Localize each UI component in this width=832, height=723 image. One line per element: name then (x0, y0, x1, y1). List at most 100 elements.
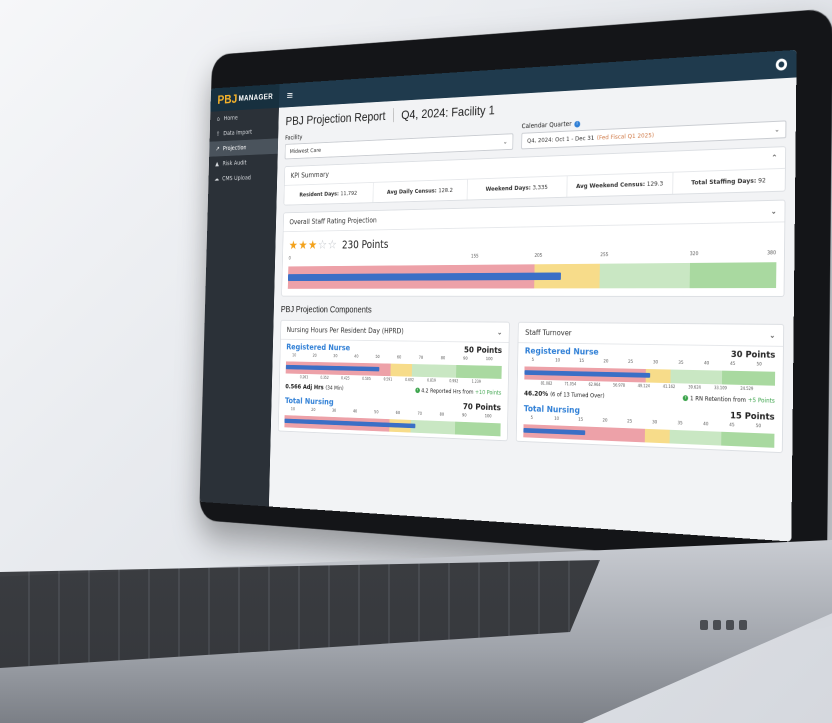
star-empty-icon: ☆ (317, 238, 328, 253)
app-screen: PBJ MANAGER ≡ ● ⌂ Home ⇪ Data Import ↗ Pr… (199, 49, 797, 542)
threshold-value: 0.505 (362, 376, 371, 381)
metric-points: 30 Points (730, 350, 776, 361)
tick-label: 80 (440, 356, 446, 362)
threshold-value: 71.054 (564, 381, 577, 387)
chevron-down-icon[interactable]: ⌄ (769, 331, 775, 340)
info-icon[interactable]: i (574, 120, 581, 128)
turnover-total-metric: Total Nursing 15 Points 5 10 15 20 25 30 35 40 4… (517, 401, 783, 452)
warning-icon: ▲ (215, 160, 220, 168)
metric-band (670, 369, 723, 385)
metric-band (454, 421, 501, 437)
overall-progress-bar (287, 262, 777, 289)
components-row: Nursing Hours Per Resident Day (HPRD) ⌄ … (277, 319, 785, 454)
metric-band (721, 370, 776, 386)
title-divider (392, 108, 394, 123)
tick-label: 90 (461, 413, 467, 419)
upload-icon: ⇪ (215, 130, 221, 138)
arrow-up-icon: ↑ (415, 387, 420, 394)
threshold-value: 39.624 (688, 384, 701, 390)
tick-label: 20 (311, 408, 316, 413)
threshold-value: 62.964 (588, 382, 601, 388)
components-title: PBJ Projection Components (280, 305, 372, 316)
sidebar-item-cms-upload[interactable]: ☁ CMS Upload (208, 169, 277, 187)
tick-label: 25 (627, 419, 633, 425)
tick-label: 10 (555, 358, 561, 364)
tick-label: 40 (703, 422, 709, 428)
tick-label: 60 (395, 411, 401, 416)
tick-label: 20 (602, 418, 608, 424)
scale-tick-label: 205 (534, 253, 543, 259)
threshold-value: 0.992 (449, 378, 459, 384)
hamburger-menu-icon[interactable]: ≡ (286, 89, 293, 101)
tick-label: 35 (678, 360, 684, 366)
sidebar-item-label: Risk Audit (222, 159, 247, 168)
metric-band (390, 363, 413, 377)
turnover-rate: 46.20% (6 of 13 Turned Over) (523, 389, 605, 400)
scale-tick-label: 0 (288, 256, 291, 262)
tick-label: 40 (352, 409, 358, 415)
threshold-value: 41.162 (662, 383, 676, 390)
tick-label: 80 (439, 412, 445, 418)
points-progress (287, 272, 561, 282)
metric-band (594, 426, 645, 443)
metric-band (721, 431, 775, 448)
home-icon: ⌂ (216, 115, 220, 123)
chevron-down-icon: ⌄ (502, 138, 508, 146)
metric-name: Total Nursing (523, 404, 581, 416)
tick-label: 30 (652, 420, 658, 426)
chart-line-icon: ↗ (215, 145, 220, 153)
metric-band (410, 419, 456, 435)
turnover-column: Staff Turnover ⌄ Registered Nurse 30 Poi… (515, 321, 785, 454)
tick-label: 10 (292, 353, 297, 359)
metric-band (456, 364, 502, 379)
sidebar-item-label: CMS Upload (222, 174, 251, 183)
scale-tick-label: 320 (689, 251, 699, 258)
arrow-up-icon: ↑ (682, 395, 689, 402)
tick-label: 30 (331, 409, 337, 414)
threshold-value: 81.082 (540, 380, 553, 386)
hprd-total-metric: Total Nursing 70 Points 10 20 30 40 50 60 70 80… (279, 393, 508, 440)
page-subtitle: Q4, 2024: Facility 1 (401, 102, 496, 122)
chevron-up-icon[interactable]: ⌃ (771, 153, 777, 162)
sidebar-item-label: Home (223, 114, 238, 122)
hprd-column: Nursing Hours Per Resident Day (HPRD) ⌄ … (277, 319, 510, 442)
overall-points: 230 Points (341, 238, 389, 252)
quarter-filter: Calendar Quarter i Q4, 2024: Oct 1 - Dec… (521, 110, 787, 150)
adjusted-hours: 0.566 Adj Hrs (34 Min) (285, 383, 344, 392)
threshold-value: 49.124 (637, 383, 650, 389)
sidebar-item-label: Projection (222, 144, 247, 152)
overall-rating-card: Overall Staff Rating Projection ⌄ ★★★☆☆ … (281, 199, 786, 297)
tick-label: 60 (396, 355, 402, 361)
tick-label: 90 (463, 356, 468, 362)
scale-tick-label: 380 (767, 250, 777, 257)
threshold-value: 0.819 (427, 377, 436, 383)
threshold-value: 0.425 (341, 375, 350, 381)
improvement-note: ↑ 4.2 Reported Hrs from +10 Points (415, 387, 502, 397)
kpi-item: Weekend Days: 3,335 (467, 176, 568, 200)
tick-label: 50 (756, 362, 762, 368)
tick-label: 20 (312, 354, 317, 359)
kpi-item: Avg Daily Census: 128.2 (373, 179, 468, 203)
scale-tick-label: 255 (600, 252, 609, 259)
threshold-value: 56.978 (612, 382, 626, 388)
threshold-value: 0.591 (383, 376, 393, 382)
tick-label: 15 (579, 359, 585, 364)
tick-label: 100 (484, 414, 492, 420)
threshold-value: 24.529 (740, 385, 754, 392)
tick-label: 50 (755, 424, 762, 430)
tick-label: 45 (730, 361, 736, 367)
user-account-icon[interactable]: ● (775, 58, 788, 71)
laptop-ports (700, 620, 760, 634)
threshold-value: 33.109 (714, 385, 727, 391)
page-title: PBJ Projection Report (285, 108, 386, 128)
turnover-rn-metric: Registered Nurse 30 Points 5 10 15 20 25 30 35… (517, 343, 783, 409)
tick-label: 50 (375, 355, 380, 360)
hprd-rn-metric: Registered Nurse 50 Points 10 20 30 40 50 60 7… (280, 340, 509, 401)
tick-label: 30 (652, 360, 659, 366)
main-content: PBJ Projection Report Q4, 2024: Facility… (269, 77, 796, 541)
tick-label: 70 (418, 356, 424, 361)
rating-band (689, 262, 777, 289)
chevron-down-icon[interactable]: ⌄ (497, 328, 503, 336)
chevron-down-icon[interactable]: ⌄ (771, 207, 777, 216)
metric-name: Registered Nurse (524, 346, 599, 358)
